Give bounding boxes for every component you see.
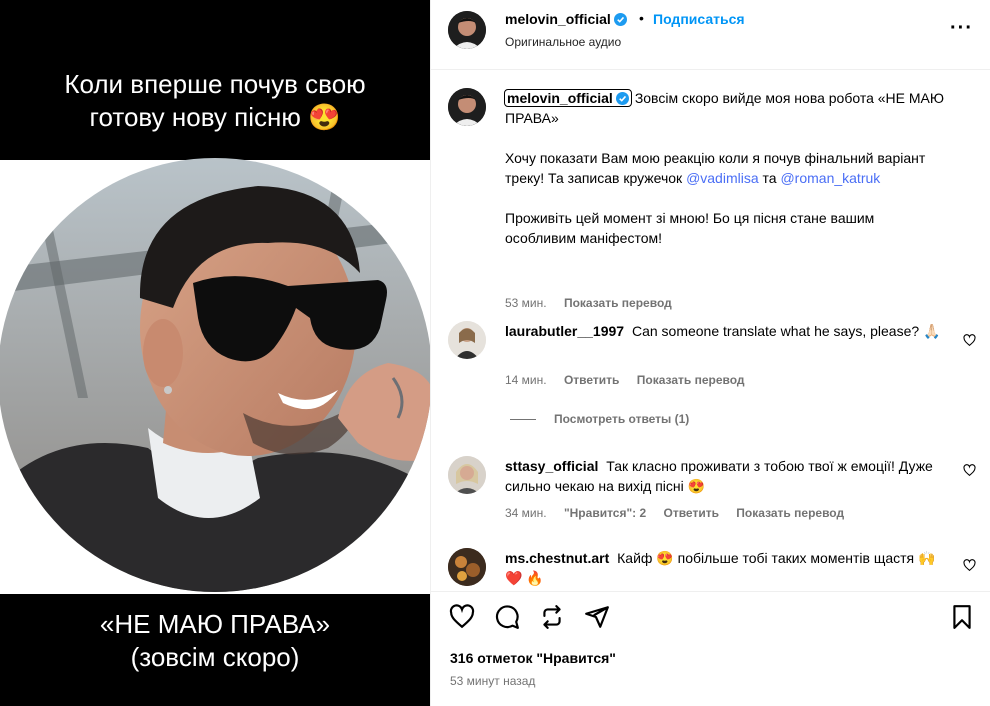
avatar[interactable] <box>448 88 486 126</box>
mention-link[interactable]: @roman_katruk <box>780 170 880 186</box>
reply-button[interactable]: Ответить <box>564 373 619 387</box>
caption-body: melovin_official Зовсім скоро вийде моя н… <box>504 88 945 248</box>
divider-line <box>510 419 536 421</box>
comment-body: sttasy_official Так класно проживати з т… <box>505 456 945 496</box>
caption-text-3: Проживіть цей момент зі мною! Бо ця пісн… <box>505 210 875 246</box>
share-icon[interactable] <box>584 604 610 630</box>
comment-icon[interactable] <box>494 604 520 630</box>
post-caption: melovin_official Зовсім скоро вийде моя н… <box>431 88 990 310</box>
view-replies-button[interactable]: Посмотреть ответы (1) <box>510 412 689 426</box>
media-caption-bottom-line-2: (зовсім скоро) <box>130 642 300 672</box>
media-caption-top-line-2: готову нову пісню 😍 <box>89 102 341 132</box>
like-comment-heart-icon[interactable] <box>963 334 976 347</box>
avatar[interactable] <box>448 321 486 359</box>
separator-dot: • <box>639 10 644 26</box>
mention-link[interactable]: @vadimlisa <box>686 170 759 186</box>
post-media[interactable]: Коли вперше почув свою готову нову пісню… <box>0 0 430 706</box>
header-username-text[interactable]: melovin_official <box>505 11 611 27</box>
reply-button[interactable]: Ответить <box>664 506 719 520</box>
comment-username[interactable]: laurabutler__1997 <box>505 323 624 339</box>
caption-username-text[interactable]: melovin_official <box>507 90 613 106</box>
post-time-ago[interactable]: 53 минут назад <box>450 674 535 688</box>
media-caption-top: Коли вперше почув свою готову нову пісню… <box>0 0 430 160</box>
caption-username[interactable]: melovin_official <box>504 89 632 107</box>
media-caption-top-line-1: Коли вперше почув свою <box>64 69 366 99</box>
comment-meta: 14 мин. Ответить Показать перевод <box>505 373 759 387</box>
translate-button[interactable]: Показать перевод <box>637 373 745 387</box>
translate-button[interactable]: Показать перевод <box>564 296 672 310</box>
video-circle-portrait <box>0 158 430 592</box>
caption-meta: 53 мин. Показать перевод <box>505 296 686 310</box>
comment-body: ms.chestnut.art Кайф 😍 побільше тобі так… <box>505 548 945 588</box>
likes-count[interactable]: 316 отметок "Нравится" <box>450 650 616 666</box>
comment-username[interactable]: sttasy_official <box>505 458 598 474</box>
post-side-panel: melovin_official • Подписаться Оригиналь… <box>430 0 990 706</box>
header-username[interactable]: melovin_official <box>505 11 627 27</box>
post-actions: 316 отметок "Нравится" 53 минут назад <box>431 591 990 706</box>
comment-time[interactable]: 34 мин. <box>505 506 547 520</box>
comment: sttasy_official Так класно проживати з т… <box>431 456 990 526</box>
post-header: melovin_official • Подписаться Оригиналь… <box>431 0 990 70</box>
like-heart-icon[interactable] <box>449 604 475 630</box>
comment-meta: 34 мин. "Нравится": 2 Ответить Показать … <box>505 506 858 520</box>
media-caption-bottom: «НЕ МАЮ ПРАВА» (зовсім скоро) <box>0 594 430 706</box>
avatar[interactable] <box>448 456 486 494</box>
translate-button[interactable]: Показать перевод <box>736 506 844 520</box>
comment-time[interactable]: 14 мин. <box>505 373 547 387</box>
comment-likes[interactable]: "Нравится": 2 <box>564 506 646 520</box>
save-bookmark-icon[interactable] <box>949 604 975 630</box>
follow-button[interactable]: Подписаться <box>653 11 745 27</box>
comment-body: laurabutler__1997 Can someone translate … <box>505 321 945 341</box>
view-replies-label[interactable]: Посмотреть ответы (1) <box>554 412 689 426</box>
comment: ms.chestnut.art Кайф 😍 побільше тобі так… <box>431 548 990 591</box>
repost-icon[interactable] <box>539 604 565 630</box>
comment: laurabutler__1997 Can someone translate … <box>431 321 990 426</box>
caption-text-2b: та <box>762 170 777 186</box>
caption-time[interactable]: 53 мин. <box>505 296 547 310</box>
verified-badge-icon <box>613 13 627 26</box>
avatar[interactable] <box>448 11 486 49</box>
comments-list[interactable]: melovin_official Зовсім скоро вийде моя н… <box>431 71 990 591</box>
more-options-icon[interactable]: ··· <box>950 18 973 38</box>
media-caption-bottom-line-1: «НЕ МАЮ ПРАВА» <box>99 609 331 639</box>
avatar[interactable] <box>448 548 486 586</box>
comment-text: Can someone translate what he says, plea… <box>631 323 941 339</box>
like-comment-heart-icon[interactable] <box>963 464 976 477</box>
instagram-post-view: Коли вперше почув свою готову нову пісню… <box>0 0 990 706</box>
like-comment-heart-icon[interactable] <box>963 559 976 572</box>
verified-badge-icon <box>615 92 629 105</box>
comment-username[interactable]: ms.chestnut.art <box>505 550 609 566</box>
original-audio-link[interactable]: Оригинальное аудио <box>505 35 621 49</box>
